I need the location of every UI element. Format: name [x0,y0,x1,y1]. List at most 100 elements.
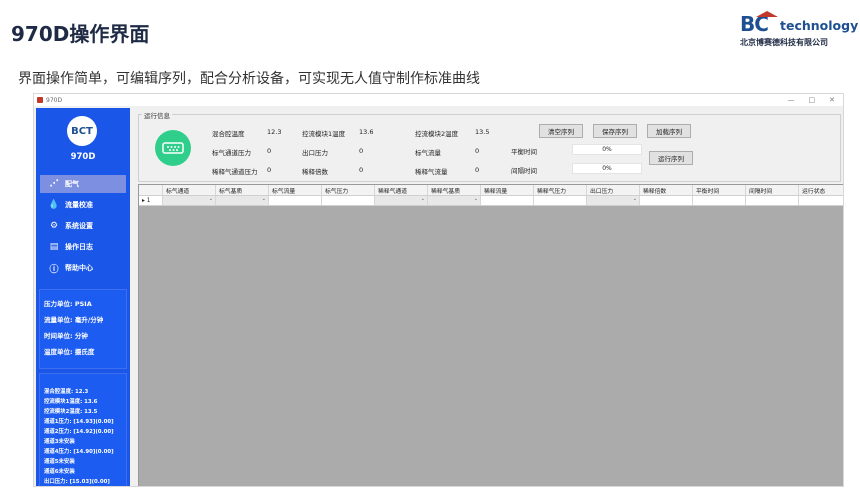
droplet-icon: 💧 [48,200,60,210]
outlet-pressure-value: 0 [359,147,364,155]
status-box: 混合腔温度: 12.3 控流模块1温度: 13.6 控流模块2温度: 13.5 … [39,373,127,486]
std-gas-flow-label: 标气流量 [415,149,441,157]
sidebar-nav: ⋰ 配气 💧 流量校准 ⚙ 系统设置 ▤ 操作日志 ⓘ 帮助中心 [40,175,126,280]
column-header[interactable]: 稀释流量 [481,185,534,195]
interval-time-label: 间隔时间 [511,167,537,175]
status-line: 控流模块1温度: 13.6 [44,399,98,405]
table-header: 标气通道 标气基质 标气流量 标气压力 稀释气通道 稀释气基质 稀释流量 稀释气… [139,185,843,196]
unit-temperature: 温度单位: 摄氏度 [44,348,95,356]
column-header[interactable]: 间隔时间 [746,185,799,195]
status-line: 通道5未安装 [44,459,75,465]
sidebar-item-help-center[interactable]: ⓘ 帮助中心 [40,259,126,277]
slide-title: 970D操作界面 [11,22,150,46]
balance-time-progress: 0% [572,144,642,155]
unit-flow: 流量单位: 毫升/分钟 [44,316,104,324]
row-header-corner [139,185,163,195]
dilution-flow-cell[interactable] [481,196,534,205]
column-header[interactable]: 平衡时间 [693,185,746,195]
balance-time-cell[interactable] [693,196,746,205]
column-header[interactable]: 标气压力 [322,185,375,195]
window-controls: — □ ✕ [788,96,844,104]
dilution-gas-pressure-label: 稀释气通道压力 [212,168,258,176]
close-button[interactable]: ✕ [829,96,835,104]
row-marker: ▸ 1 [139,196,163,205]
connection-plug-icon [155,130,191,166]
std-gas-flow-cell[interactable] [269,196,322,205]
dilution-ratio-label: 稀释倍数 [302,168,328,176]
dilution-ratio-value: 0 [359,166,364,174]
unit-settings-box: 压力单位: PSIA 流量单位: 毫升/分钟 时间单位: 分钟 温度单位: 摄氏… [39,289,127,369]
status-line: 通道6未安装 [44,469,75,475]
table-row[interactable]: ▸ 1 ⌄ ⌄ ⌄ ⌄ ⌄ [139,196,843,206]
status-line: 混合腔温度: 12.3 [44,389,89,395]
logo-company-name: 北京博赛德科技有限公司 [740,38,828,47]
interval-time-cell[interactable] [746,196,799,205]
dilution-gas-flow-value: 0 [475,166,480,174]
column-header[interactable]: 稀释气基质 [428,185,481,195]
save-sequence-button[interactable]: 保存序列 [593,124,637,138]
column-header[interactable]: 稀释气压力 [534,185,587,195]
unit-time: 时间单位: 分钟 [44,332,88,340]
app-icon [37,97,43,103]
logo-roof-icon [756,11,778,17]
app-window: 970D — □ ✕ BCT 970D ⋰ 配气 💧 流量校准 ⚙ 系统设置 ▤ [33,93,844,487]
sidebar: BCT 970D ⋰ 配气 💧 流量校准 ⚙ 系统设置 ▤ 操作日志 ⓘ 帮助中… [36,108,130,486]
std-gas-pressure-cell[interactable] [322,196,375,205]
sidebar-item-label: 操作日志 [65,243,93,251]
load-sequence-button[interactable]: 加载序列 [647,124,691,138]
column-header[interactable]: 稀释气通道 [375,185,428,195]
window-title: 970D [46,96,63,104]
dilution-gas-matrix-select[interactable]: ⌄ [428,196,481,205]
column-header[interactable]: 标气通道 [163,185,216,195]
outlet-pressure-label: 出口压力 [302,149,328,157]
run-info-legend: 运行信息 [142,110,172,120]
status-line: 通道2压力: [14.92](0.00] [44,429,114,435]
chevron-down-icon: ⌄ [420,196,425,202]
status-line: 控流模块2温度: 13.5 [44,409,98,415]
sidebar-item-operation-log[interactable]: ▤ 操作日志 [40,238,126,256]
run-sequence-button[interactable]: 运行序列 [649,151,693,165]
dilution-ratio-cell[interactable] [640,196,693,205]
dilution-gas-pressure-cell[interactable] [534,196,587,205]
main-panel: 运行信息 混合腔温度 12.3 控流模块1温度 13.6 控流模块2温度 13.… [134,108,843,486]
status-line: 出口压力: [15.03](0.00] [44,479,110,485]
unit-pressure: 压力单位: PSIA [44,300,92,308]
sidebar-item-label: 系统设置 [65,222,93,230]
flow-module2-temp-label: 控流模块2温度 [415,130,459,138]
flow-module1-temp-label: 控流模块1温度 [302,130,346,138]
column-header[interactable]: 出口压力 [587,185,640,195]
column-header[interactable]: 稀释倍数 [640,185,693,195]
clear-sequence-button[interactable]: 清空序列 [539,124,583,138]
slide-subtitle: 界面操作简单，可编辑序列，配合分析设备，可实现无人值守制作标准曲线 [18,71,480,87]
interval-time-progress: 0% [572,163,642,174]
chevron-down-icon: ⌄ [473,196,478,202]
column-header[interactable]: 标气基质 [216,185,269,195]
maximize-button[interactable]: □ [809,96,816,104]
outlet-pressure-select[interactable]: ⌄ [587,196,640,205]
minimize-button[interactable]: — [788,96,795,104]
mix-chamber-temp-value: 12.3 [267,128,282,136]
std-gas-pressure-value: 0 [267,147,272,155]
sidebar-item-gas-mix[interactable]: ⋰ 配气 [40,175,126,193]
std-gas-flow-value: 0 [475,147,480,155]
std-gas-channel-select[interactable]: ⌄ [163,196,216,205]
sidebar-item-label: 帮助中心 [65,264,93,272]
company-logo: BC technology 北京博赛德科技有限公司 [738,10,858,50]
column-header[interactable]: 标气流量 [269,185,322,195]
run-status-cell[interactable] [799,196,843,205]
chevron-down-icon: ⌄ [632,196,637,202]
sidebar-item-flow-calibration[interactable]: 💧 流量校准 [40,196,126,214]
run-info-group: 运行信息 混合腔温度 12.3 控流模块1温度 13.6 控流模块2温度 13.… [138,110,841,182]
sidebar-item-system-settings[interactable]: ⚙ 系统设置 [40,217,126,235]
std-gas-pressure-label: 标气通道压力 [212,149,251,157]
sidebar-model: 970D [70,152,96,162]
balance-time-label: 平衡时间 [511,148,537,156]
status-line: 通道3未安装 [44,439,75,445]
dilution-gas-channel-select[interactable]: ⌄ [375,196,428,205]
std-gas-matrix-select[interactable]: ⌄ [216,196,269,205]
column-header[interactable]: 运行状态 [799,185,843,195]
sidebar-item-label: 流量校准 [65,201,93,209]
status-line: 通道1压力: [14.93](0.00] [44,419,114,425]
mix-chamber-temp-label: 混合腔温度 [212,130,245,138]
sequence-table: 标气通道 标气基质 标气流量 标气压力 稀释气通道 稀释气基质 稀释流量 稀释气… [138,184,843,486]
